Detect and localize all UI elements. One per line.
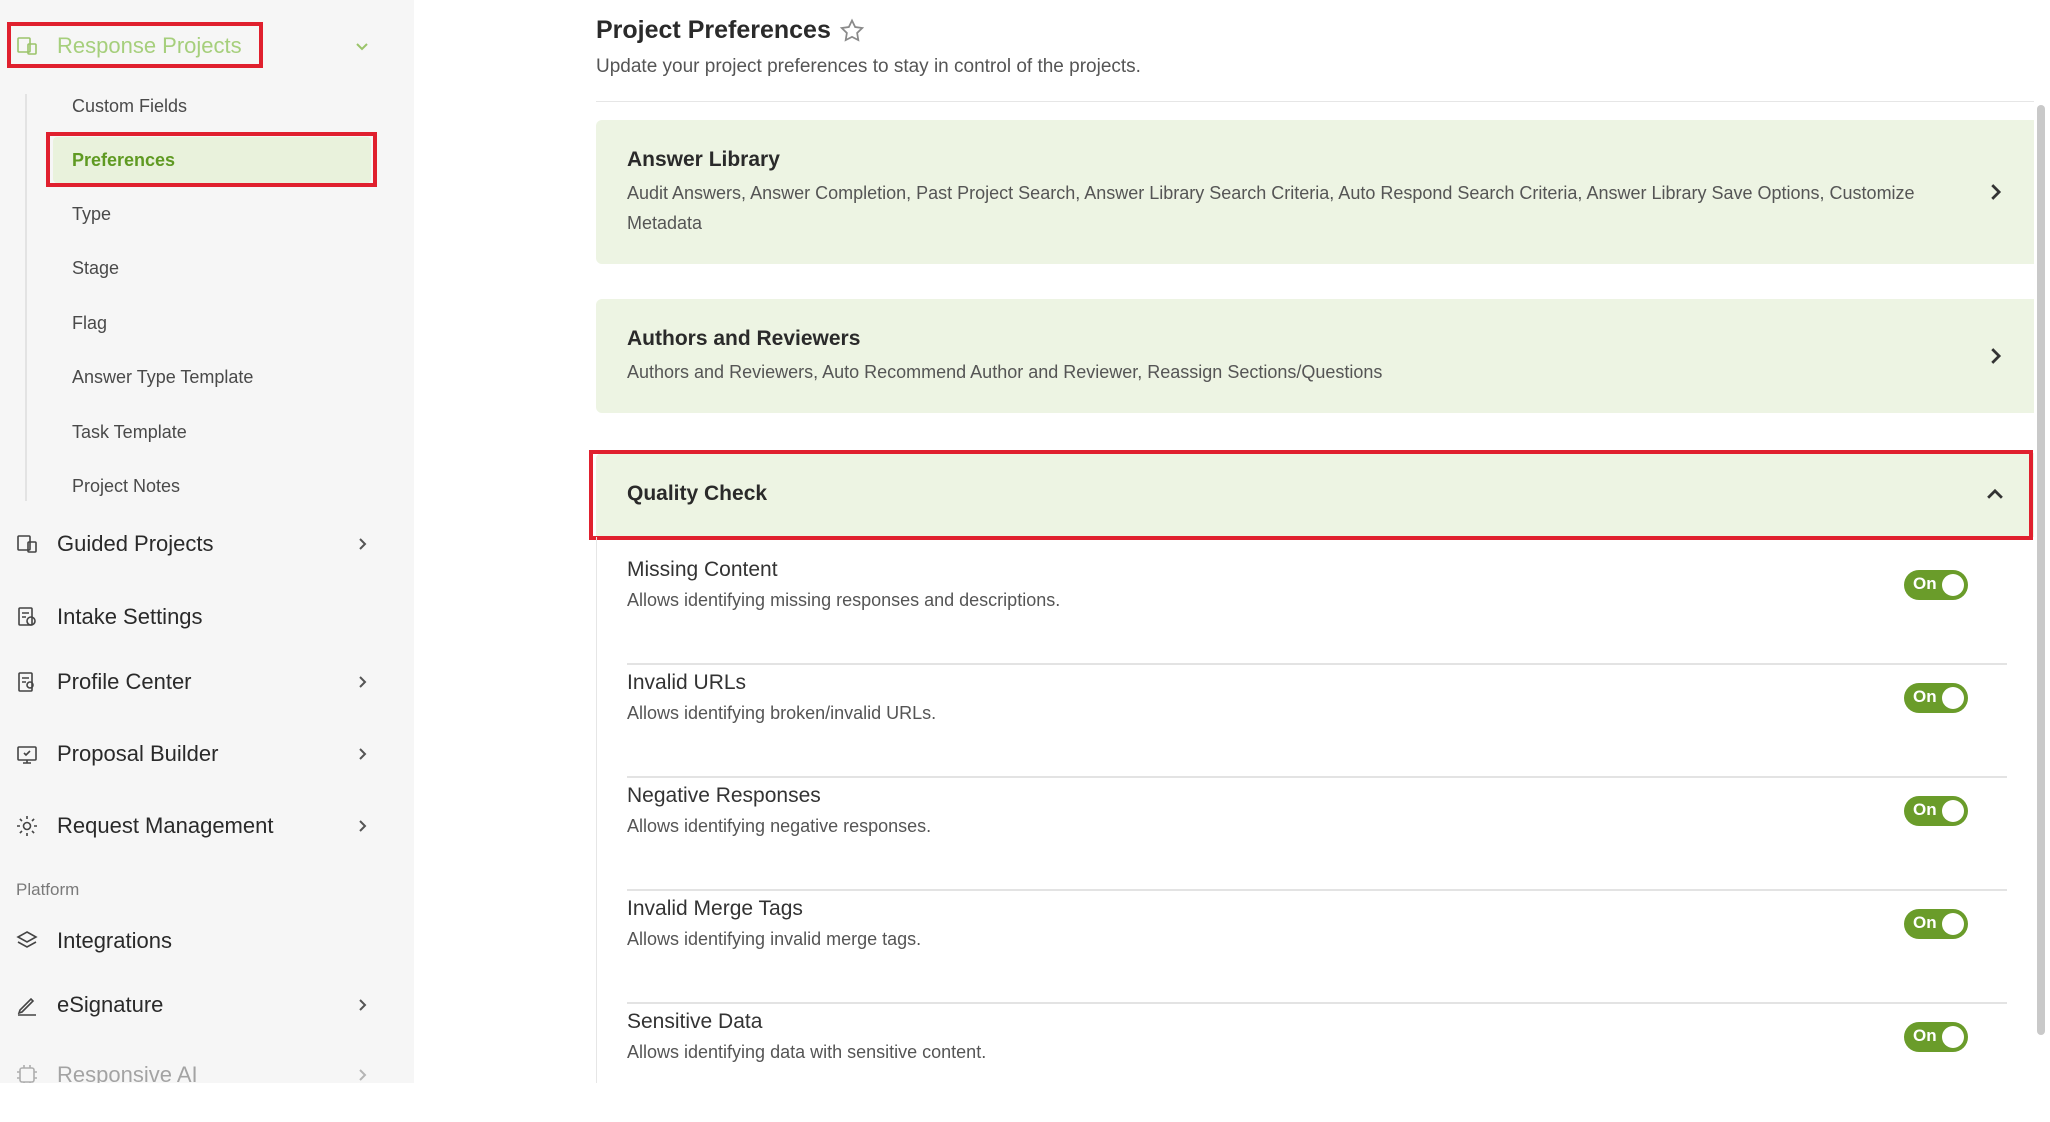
page-title: Project Preferences [596, 16, 831, 44]
qc-item-invalid-urls: Invalid URLs Allows identifying broken/i… [627, 671, 2019, 783]
sidebar-item-integrations[interactable]: Integrations [0, 911, 414, 971]
sidebar-item-guided-projects[interactable]: Guided Projects [0, 514, 414, 574]
toggle-label: On [1913, 574, 1937, 593]
page-subtitle: Update your project preferences to stay … [596, 56, 1141, 77]
qc-item-sensitive-data: Sensitive Data Allows identifying data w… [627, 1010, 2019, 1122]
sidebar-subitem-flag[interactable]: Flag [72, 308, 107, 338]
star-icon[interactable] [838, 17, 866, 45]
toggle-switch[interactable]: On [1904, 909, 1968, 939]
sidebar-item-label: Response Projects [57, 33, 242, 58]
card-answer-library[interactable]: Answer Library Audit Answers, Answer Com… [596, 120, 2050, 264]
sidebar-item-proposal-builder[interactable]: Proposal Builder [0, 724, 414, 784]
toggle-switch[interactable]: On [1904, 570, 1968, 600]
chevron-right-icon[interactable] [1984, 345, 2006, 367]
qc-item-invalid-merge-tags: Invalid Merge Tags Allows identifying in… [627, 897, 2019, 1009]
sidebar-subitem-project-notes[interactable]: Project Notes [72, 471, 180, 501]
toggle-label: On [1913, 687, 1937, 706]
card-authors-and-reviewers[interactable]: Authors and Reviewers Authors and Review… [596, 299, 2050, 413]
chevron-right-icon [352, 672, 372, 692]
response-projects-icon [14, 33, 40, 59]
chevron-right-icon [352, 1065, 372, 1083]
sidebar-subitem-type[interactable]: Type [72, 199, 111, 229]
sidebar-item-label: Integrations [57, 928, 172, 953]
sidebar-item-profile-center[interactable]: Profile Center [0, 652, 414, 712]
sidebar-item-label: Responsive AI [57, 1062, 198, 1083]
sidebar-subitem-task-template[interactable]: Task Template [72, 417, 187, 447]
sidebar-item-label: Profile Center [57, 669, 192, 694]
sidebar-item-label: Request Management [57, 813, 274, 838]
card-title: Answer Library [627, 148, 780, 171]
divider [596, 101, 2050, 102]
toggle-knob [1942, 1026, 1964, 1048]
toggle-knob [1942, 687, 1964, 709]
profile-center-icon [14, 669, 40, 695]
sidebar-item-label: Intake Settings [57, 604, 203, 629]
toggle-knob [1942, 574, 1964, 596]
card-description: Audit Answers, Answer Completion, Past P… [627, 183, 1915, 233]
toggle-label: On [1913, 913, 1937, 932]
sidebar: Response Projects Custom Fields Preferen… [0, 0, 414, 1083]
card-description: Authors and Reviewers, Auto Recommend Au… [627, 362, 1383, 382]
qc-item-description: Allows identifying broken/invalid URLs. [627, 703, 937, 723]
sidebar-subitem-preferences-label: Preferences [72, 150, 176, 170]
toggle-switch[interactable]: On [1904, 1022, 1968, 1052]
chevron-up-icon[interactable] [1984, 484, 2006, 506]
qc-item-description: Allows identifying invalid merge tags. [627, 929, 922, 949]
card-title: Quality Check [627, 482, 768, 505]
proposal-builder-icon [14, 741, 40, 767]
guided-projects-icon [14, 531, 40, 557]
chevron-right-icon [352, 534, 372, 554]
qc-item-title: Missing Content [627, 558, 778, 581]
submenu-guide-line [25, 94, 27, 501]
sidebar-subitem-answer-type-template[interactable]: Answer Type Template [72, 362, 253, 392]
sidebar-subitem-stage[interactable]: Stage [72, 253, 119, 283]
toggle-knob [1942, 913, 1964, 935]
sidebar-item-response-projects[interactable]: Response Projects [0, 16, 414, 76]
qc-item-description: Allows identifying data with sensitive c… [627, 1042, 987, 1062]
divider [627, 1002, 2007, 1004]
toggle-switch[interactable]: On [1904, 796, 1968, 826]
qc-item-title: Invalid URLs [627, 671, 747, 694]
qc-item-title: Invalid Merge Tags [627, 897, 803, 920]
qc-item-negative-responses: Negative Responses Allows identifying ne… [627, 784, 2019, 896]
qc-item-title: Negative Responses [627, 784, 821, 807]
qc-item-title: Sensitive Data [627, 1010, 763, 1033]
main-content: Project Preferences Update your project … [414, 0, 2050, 1083]
pen-icon [14, 992, 40, 1018]
toggle-label: On [1913, 800, 1937, 819]
sidebar-item-intake-settings[interactable]: Intake Settings [0, 587, 414, 647]
chevron-down-icon[interactable] [352, 36, 372, 56]
chevron-right-icon [352, 816, 372, 836]
qc-item-description: Allows identifying missing responses and… [627, 590, 1061, 610]
sidebar-item-label: Guided Projects [57, 531, 214, 556]
chevron-right-icon[interactable] [1984, 181, 2006, 203]
scrollbar-thumb[interactable] [2037, 105, 2045, 1035]
panel-border [596, 537, 597, 1083]
sidebar-item-esignature[interactable]: eSignature [0, 975, 414, 1035]
divider [627, 889, 2007, 891]
sidebar-item-label: eSignature [57, 992, 164, 1017]
qc-item-description: Allows identifying negative responses. [627, 816, 932, 836]
layers-icon [14, 928, 40, 954]
toggle-label: On [1913, 1026, 1937, 1045]
toggle-switch[interactable]: On [1904, 683, 1968, 713]
divider [627, 663, 2007, 665]
chevron-right-icon [352, 995, 372, 1015]
card-quality-check[interactable]: Quality Check [596, 453, 2050, 537]
card-title: Authors and Reviewers [627, 327, 861, 350]
chevron-right-icon [352, 744, 372, 764]
sidebar-item-request-management[interactable]: Request Management [0, 796, 414, 856]
divider [627, 776, 2007, 778]
sidebar-item-label: Proposal Builder [57, 741, 219, 766]
sidebar-section-platform: Platform [16, 880, 80, 899]
sidebar-item-responsive-ai[interactable]: Responsive AI [0, 1045, 414, 1083]
qc-item-missing-content: Missing Content Allows identifying missi… [627, 558, 2019, 670]
ai-chip-icon [14, 1062, 40, 1083]
toggle-knob [1942, 800, 1964, 822]
sidebar-subitem-custom-fields[interactable]: Custom Fields [72, 91, 187, 121]
intake-settings-icon [14, 604, 40, 630]
gear-icon [14, 813, 40, 839]
